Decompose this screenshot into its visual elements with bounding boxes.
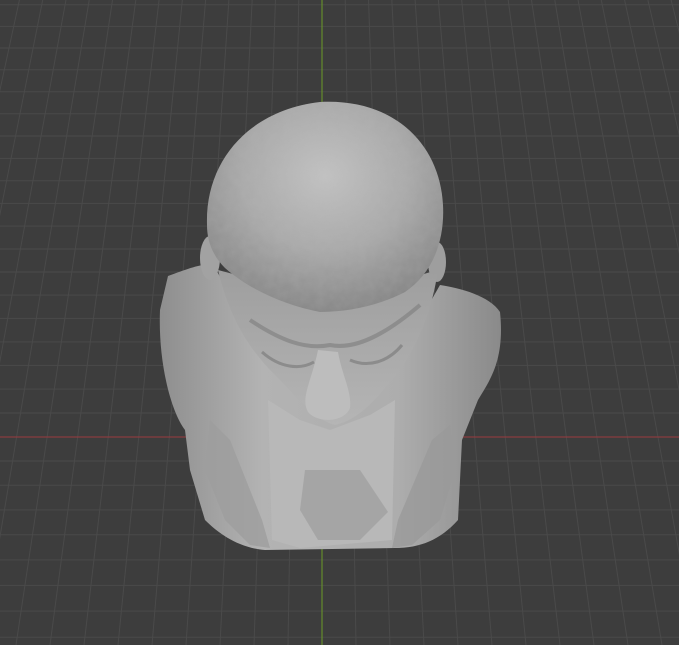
grid-line-vertical xyxy=(0,0,67,364)
grid-line-vertical xyxy=(83,0,160,645)
bust-head-texture xyxy=(206,101,444,312)
grid-line-vertical xyxy=(647,0,679,136)
grid-line-vertical xyxy=(0,0,20,93)
grid-line-vertical xyxy=(507,0,595,645)
bust-mesh[interactable] xyxy=(159,101,501,550)
grid-line-vertical xyxy=(0,0,44,217)
grid-line-vertical xyxy=(577,0,679,555)
grid-line-vertical xyxy=(49,0,137,645)
grid-line-vertical xyxy=(15,0,114,645)
grid-line-vertical xyxy=(0,0,90,540)
grid-line-vertical xyxy=(530,0,629,645)
grid-line-vertical xyxy=(600,0,679,392)
3d-viewport[interactable] xyxy=(0,0,679,645)
viewport-canvas[interactable] xyxy=(0,0,679,645)
